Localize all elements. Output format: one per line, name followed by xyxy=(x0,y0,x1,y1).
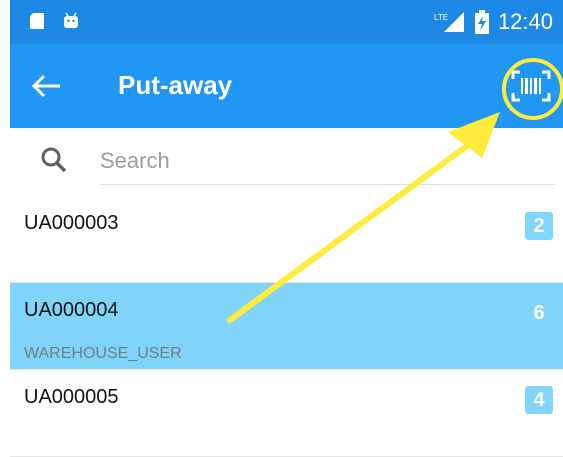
android-icon xyxy=(64,12,78,28)
item-title: UA000003 xyxy=(24,212,119,234)
putaway-list: UA000003 2 UA000004 WAREHOUSE_USER 6 UA0… xyxy=(10,196,563,457)
search-input[interactable] xyxy=(100,138,555,185)
search-icon xyxy=(41,147,67,173)
list-item[interactable]: UA000003 2 xyxy=(10,196,563,283)
count-badge: 2 xyxy=(525,212,553,240)
status-bar: LTE 12:40 xyxy=(10,0,563,44)
page-title: Put-away xyxy=(118,70,233,100)
battery-charging-icon xyxy=(474,10,489,34)
phone-screen: LTE 12:40 Put-away Search UA000003 2 UA0… xyxy=(10,0,563,457)
signal-icon: LTE xyxy=(434,12,464,32)
sd-card-icon xyxy=(30,13,44,29)
item-subtitle: WAREHOUSE_USER xyxy=(24,345,182,362)
list-item[interactable]: UA000005 4 xyxy=(10,370,563,457)
app-bar: Put-away xyxy=(10,44,563,128)
network-label: LTE xyxy=(434,13,448,22)
status-time: 12:40 xyxy=(497,9,553,34)
item-title: UA000004 xyxy=(24,299,119,321)
item-title: UA000005 xyxy=(24,386,119,408)
search-bar xyxy=(28,138,563,186)
count-badge: 4 xyxy=(525,386,553,414)
back-arrow-icon[interactable] xyxy=(30,72,66,100)
list-item[interactable]: UA000004 WAREHOUSE_USER 6 xyxy=(10,283,563,370)
count-badge: 6 xyxy=(533,302,545,324)
highlight-circle xyxy=(502,58,563,120)
